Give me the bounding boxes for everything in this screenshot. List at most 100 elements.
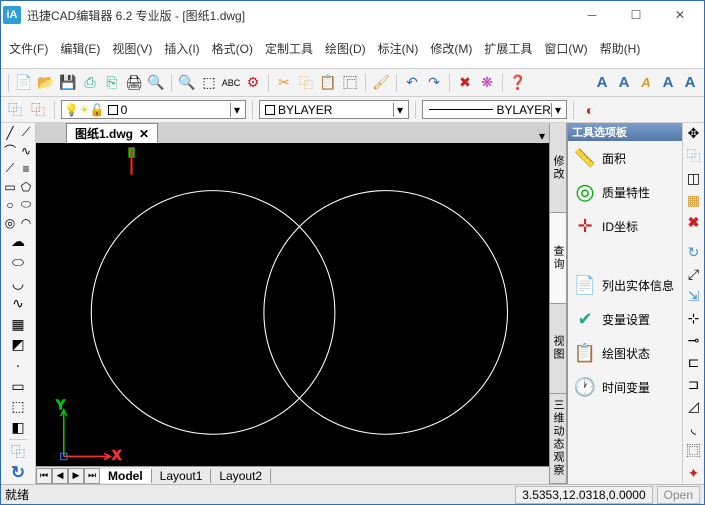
gradient-icon[interactable]: ◩ [9, 336, 27, 354]
menu-ext[interactable]: 扩展工具 [484, 40, 532, 57]
layers-icon[interactable]: ⿻ [9, 443, 27, 461]
match-icon[interactable]: ⿸ [340, 73, 360, 93]
donut-icon[interactable]: ◎ [3, 215, 18, 230]
palette-status[interactable]: 📋绘图状态 [568, 336, 682, 370]
poly-icon[interactable]: ⬠ [19, 179, 34, 194]
circle-icon[interactable]: ○ [3, 197, 18, 212]
ellipse-icon[interactable]: ⬭ [19, 197, 34, 212]
chevron-down-icon[interactable]: ▾ [230, 103, 243, 117]
text-a2[interactable]: A [614, 73, 634, 93]
ray-icon[interactable]: ⟋ [19, 125, 34, 140]
arc2-icon[interactable]: ◠ [19, 215, 34, 230]
minimize-button[interactable]: ─ [570, 2, 614, 28]
menu-insert[interactable]: 插入(I) [164, 40, 199, 57]
join-icon[interactable]: ⊐ [685, 376, 703, 393]
props-icon[interactable]: ◐ [580, 100, 600, 120]
menu-format[interactable]: 格式(O) [212, 40, 253, 57]
menu-file[interactable]: 文件(F) [9, 40, 48, 57]
chevron-down-icon[interactable]: ▾ [551, 103, 564, 117]
brush-icon[interactable]: 🖌 [371, 73, 391, 93]
mline-icon[interactable]: ≡ [19, 161, 34, 176]
palette-time[interactable]: 🕐时间变量 [568, 370, 682, 404]
help-icon[interactable]: ❓ [508, 73, 528, 93]
dim-icon[interactable]: ⚙ [243, 73, 263, 93]
print-icon[interactable]: 🖨 [124, 73, 144, 93]
close-button[interactable]: ✕ [658, 2, 702, 28]
open-icon[interactable]: 📂 [36, 73, 56, 93]
layout-model[interactable]: Model [100, 469, 152, 483]
preview-icon[interactable]: 🔍 [146, 73, 166, 93]
cut-icon[interactable]: ✂ [274, 73, 294, 93]
maximize-button[interactable]: ☐ [614, 2, 658, 28]
close-tab-icon[interactable]: ✕ [139, 127, 149, 141]
menu-edit[interactable]: 编辑(E) [60, 40, 100, 57]
save-icon[interactable]: 💾 [58, 73, 78, 93]
rotate-icon[interactable]: ↻ [9, 464, 27, 482]
paste-icon[interactable]: 📋 [318, 73, 338, 93]
menu-window[interactable]: 窗口(W) [544, 40, 587, 57]
new-icon[interactable]: 📄 [14, 73, 34, 93]
drawing-canvas[interactable]: Y X [36, 143, 549, 466]
erase-icon[interactable]: ✖ [685, 214, 703, 231]
menu-modify[interactable]: 修改(M) [430, 40, 472, 57]
palette-setvar[interactable]: ✔变量设置 [568, 302, 682, 336]
trim-icon[interactable]: ⊹ [685, 310, 703, 327]
chevron-down-icon[interactable]: ▾ [393, 103, 406, 117]
ellipse2-icon[interactable]: ⬭ [9, 254, 27, 272]
text-a4[interactable]: A [658, 73, 678, 93]
pline-icon[interactable]: ⟋ [3, 161, 18, 176]
select-icon[interactable]: ⬚ [199, 73, 219, 93]
color-combo[interactable]: BYLAYER ▾ [259, 100, 409, 119]
vtab-modify[interactable]: 修改 [550, 123, 566, 213]
extend-icon[interactable]: ⊸ [685, 332, 703, 349]
last-layout-icon[interactable]: ⏭ [84, 468, 100, 484]
palette-list[interactable]: 📄列出实体信息 [568, 268, 682, 302]
stretch-icon[interactable]: ⇲ [685, 288, 703, 305]
text-a1[interactable]: A [592, 73, 612, 93]
palette-area[interactable]: 📏面积 [568, 141, 682, 175]
fillet-icon[interactable]: ◟ [685, 420, 703, 437]
find-icon[interactable]: 🔍 [177, 73, 197, 93]
vtab-3d-observe[interactable]: 三维动态观察 [550, 394, 566, 484]
export-icon[interactable]: ⎙ [80, 73, 100, 93]
tab-menu-icon[interactable]: ▾ [535, 129, 549, 143]
move-icon[interactable]: ✥ [685, 125, 703, 142]
export2-icon[interactable]: ⎘ [102, 73, 122, 93]
menu-annot[interactable]: 标注(N) [378, 40, 419, 57]
prev-layout-icon[interactable]: ◀ [52, 468, 68, 484]
region-icon[interactable]: ◧ [9, 418, 27, 436]
rotate2-icon[interactable]: ↻ [685, 244, 703, 261]
rect-icon[interactable]: ▭ [3, 179, 18, 194]
break-icon[interactable]: ⊏ [685, 354, 703, 371]
undo-icon[interactable]: ↶ [402, 73, 422, 93]
spellcheck-icon[interactable]: ABC [221, 73, 241, 93]
delete-icon[interactable]: ✖ [455, 73, 475, 93]
explode-icon[interactable]: ✦ [685, 465, 703, 482]
purge-icon[interactable]: ❋ [477, 73, 497, 93]
line-icon[interactable]: ╱ [3, 125, 18, 140]
redo-icon[interactable]: ↷ [424, 73, 444, 93]
chamfer-icon[interactable]: ◿ [685, 398, 703, 415]
offset-icon[interactable]: ⿴ [685, 442, 703, 460]
wipeout-icon[interactable]: ⬚ [9, 398, 27, 416]
layer-tool-icon[interactable]: ⿻ [28, 100, 48, 120]
mirror-icon[interactable]: ◫ [685, 170, 703, 187]
arc-icon[interactable]: ⌒ [3, 143, 18, 158]
vtab-query[interactable]: 查询 [550, 213, 566, 303]
layout-2[interactable]: Layout2 [211, 469, 271, 483]
status-open[interactable]: Open [657, 486, 700, 504]
doc-tab[interactable]: 图纸1.dwg ✕ [66, 123, 158, 143]
layer-manager-icon[interactable]: ⿻ [5, 100, 25, 120]
arc3-icon[interactable]: ◡ [9, 274, 27, 292]
hatch-icon[interactable]: ▦ [9, 315, 27, 333]
array-icon[interactable]: ▦ [685, 192, 703, 209]
block-icon[interactable]: ▭ [9, 377, 27, 395]
spline2-icon[interactable]: ∿ [9, 295, 27, 313]
first-layout-icon[interactable]: ⏮ [36, 468, 52, 484]
text-a3[interactable]: A [636, 73, 656, 93]
copy2-icon[interactable]: ⿻ [685, 147, 703, 165]
vtab-view[interactable]: 视图 [550, 304, 566, 394]
linetype-combo[interactable]: BYLAYER ▾ [422, 100, 567, 119]
menu-custom[interactable]: 定制工具 [265, 40, 313, 57]
palette-massprops[interactable]: ◎质量特性 [568, 175, 682, 209]
